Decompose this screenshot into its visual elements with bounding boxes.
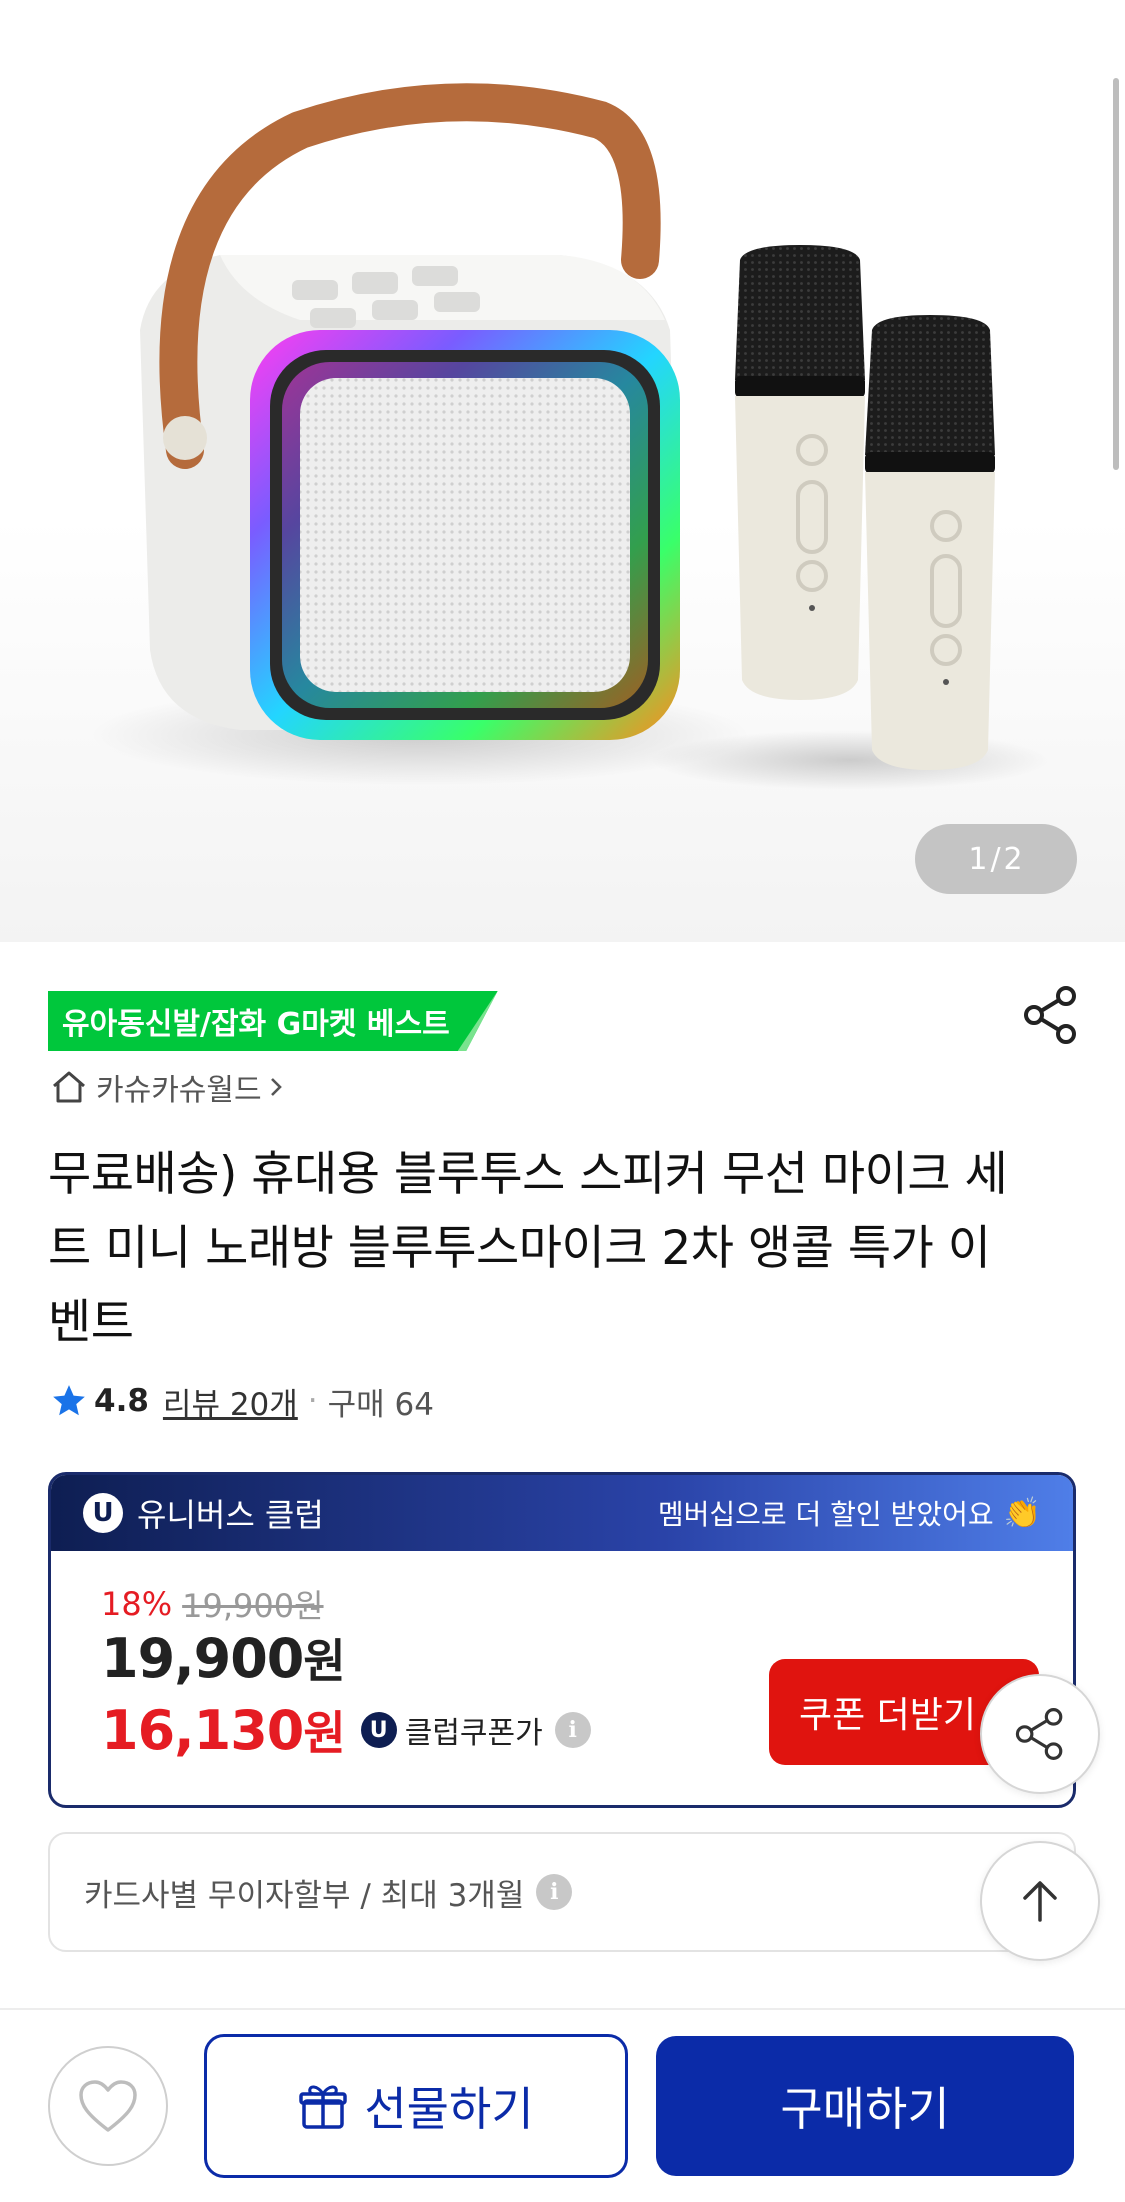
share-button[interactable] xyxy=(1022,984,1080,1046)
store-name: 카슈카슈월드 xyxy=(96,1073,262,1108)
share-icon xyxy=(1024,986,1076,1044)
club-price-currency: 원 xyxy=(303,1706,345,1760)
gift-button[interactable]: 선물하기 xyxy=(204,2034,628,2178)
product-image-carousel[interactable]: 1/2 xyxy=(0,0,1125,942)
sale-price-currency: 원 xyxy=(303,1634,345,1688)
bottom-bar-divider xyxy=(0,2008,1125,2010)
chevron-right-icon xyxy=(270,1078,282,1096)
discount-row: 18% 19,900원 xyxy=(101,1581,324,1627)
original-price: 19,900원 xyxy=(182,1587,324,1625)
club-message: 멤버십으로 더 할인 받았어요 xyxy=(657,1498,994,1531)
image-pager: 1/2 xyxy=(915,824,1077,894)
gift-icon xyxy=(299,2085,348,2129)
category-badge-label: 유아동신발/잡화 G마켓 베스트 xyxy=(62,1007,450,1042)
club-name: 유니버스 클럽 xyxy=(137,1496,324,1534)
pager-separator: / xyxy=(990,841,1002,877)
product-title: 무료배송) 휴대용 블루투스 스피커 무선 마이크 세트 미니 노래방 블루투스… xyxy=(48,1147,1008,1350)
sale-price: 19,900원 xyxy=(101,1625,346,1691)
pager-total: 2 xyxy=(1003,841,1024,877)
gift-button-label: 선물하기 xyxy=(364,2082,534,2136)
coupon-button-label: 쿠폰 더받기 xyxy=(799,1695,977,1736)
price-box: U 유니버스 클럽 멤버십으로 더 할인 받았어요 👏 18% 19,900원 … xyxy=(48,1472,1076,1808)
star-icon xyxy=(53,1385,85,1416)
rating-score: 4.8 xyxy=(94,1383,149,1419)
buy-button-label: 구매하기 xyxy=(780,2082,950,2136)
universe-club-small-logo: U xyxy=(360,1712,397,1748)
buy-button[interactable]: 구매하기 xyxy=(656,2036,1074,2176)
pager-current: 1 xyxy=(968,841,989,877)
installment-text: 카드사별 무이자할부 / 최대 3개월 xyxy=(84,1877,525,1914)
discount-rate: 18% xyxy=(101,1585,173,1623)
reviews-link[interactable]: 리뷰 20개 xyxy=(163,1379,298,1424)
club-coupon-label: U 클럽쿠폰가 i xyxy=(360,1708,591,1752)
wishlist-button[interactable] xyxy=(48,2046,168,2166)
share-icon xyxy=(1015,1708,1063,1760)
installment-info-icon[interactable]: i xyxy=(536,1874,573,1910)
heart-icon xyxy=(79,2080,137,2132)
club-price-number: 16,130 xyxy=(101,1699,304,1762)
scrollbar[interactable] xyxy=(1113,78,1119,470)
universe-club-logo: U xyxy=(83,1493,123,1533)
club-coupon-price-label: 클럽쿠폰가 xyxy=(404,1716,543,1751)
rating-separator: · xyxy=(307,1383,318,1419)
purchase-count: 구매 64 xyxy=(327,1386,434,1423)
rating-summary: 4.8 리뷰 20개 · 구매 64 xyxy=(50,1378,434,1424)
universe-club-header[interactable]: U 유니버스 클럽 멤버십으로 더 할인 받았어요 👏 xyxy=(51,1475,1073,1551)
info-icon[interactable]: i xyxy=(554,1712,591,1748)
installment-info[interactable]: 카드사별 무이자할부 / 최대 3개월 i xyxy=(48,1832,1076,1952)
arrow-up-icon xyxy=(1023,1881,1057,1922)
club-price: 16,130원 xyxy=(101,1697,346,1763)
club-price-row: 16,130원 U 클럽쿠폰가 i xyxy=(101,1697,591,1763)
category-best-badge[interactable]: 유아동신발/잡화 G마켓 베스트 xyxy=(48,991,498,1051)
clapping-hands-icon: 👏 xyxy=(1003,1495,1041,1531)
home-icon xyxy=(53,1071,85,1103)
scroll-to-top-button[interactable] xyxy=(980,1841,1100,1961)
floating-share-button[interactable] xyxy=(980,1674,1100,1794)
store-link[interactable]: 카슈카슈월드 xyxy=(50,1067,284,1108)
sale-price-number: 19,900 xyxy=(101,1627,304,1690)
product-image xyxy=(90,83,1050,790)
